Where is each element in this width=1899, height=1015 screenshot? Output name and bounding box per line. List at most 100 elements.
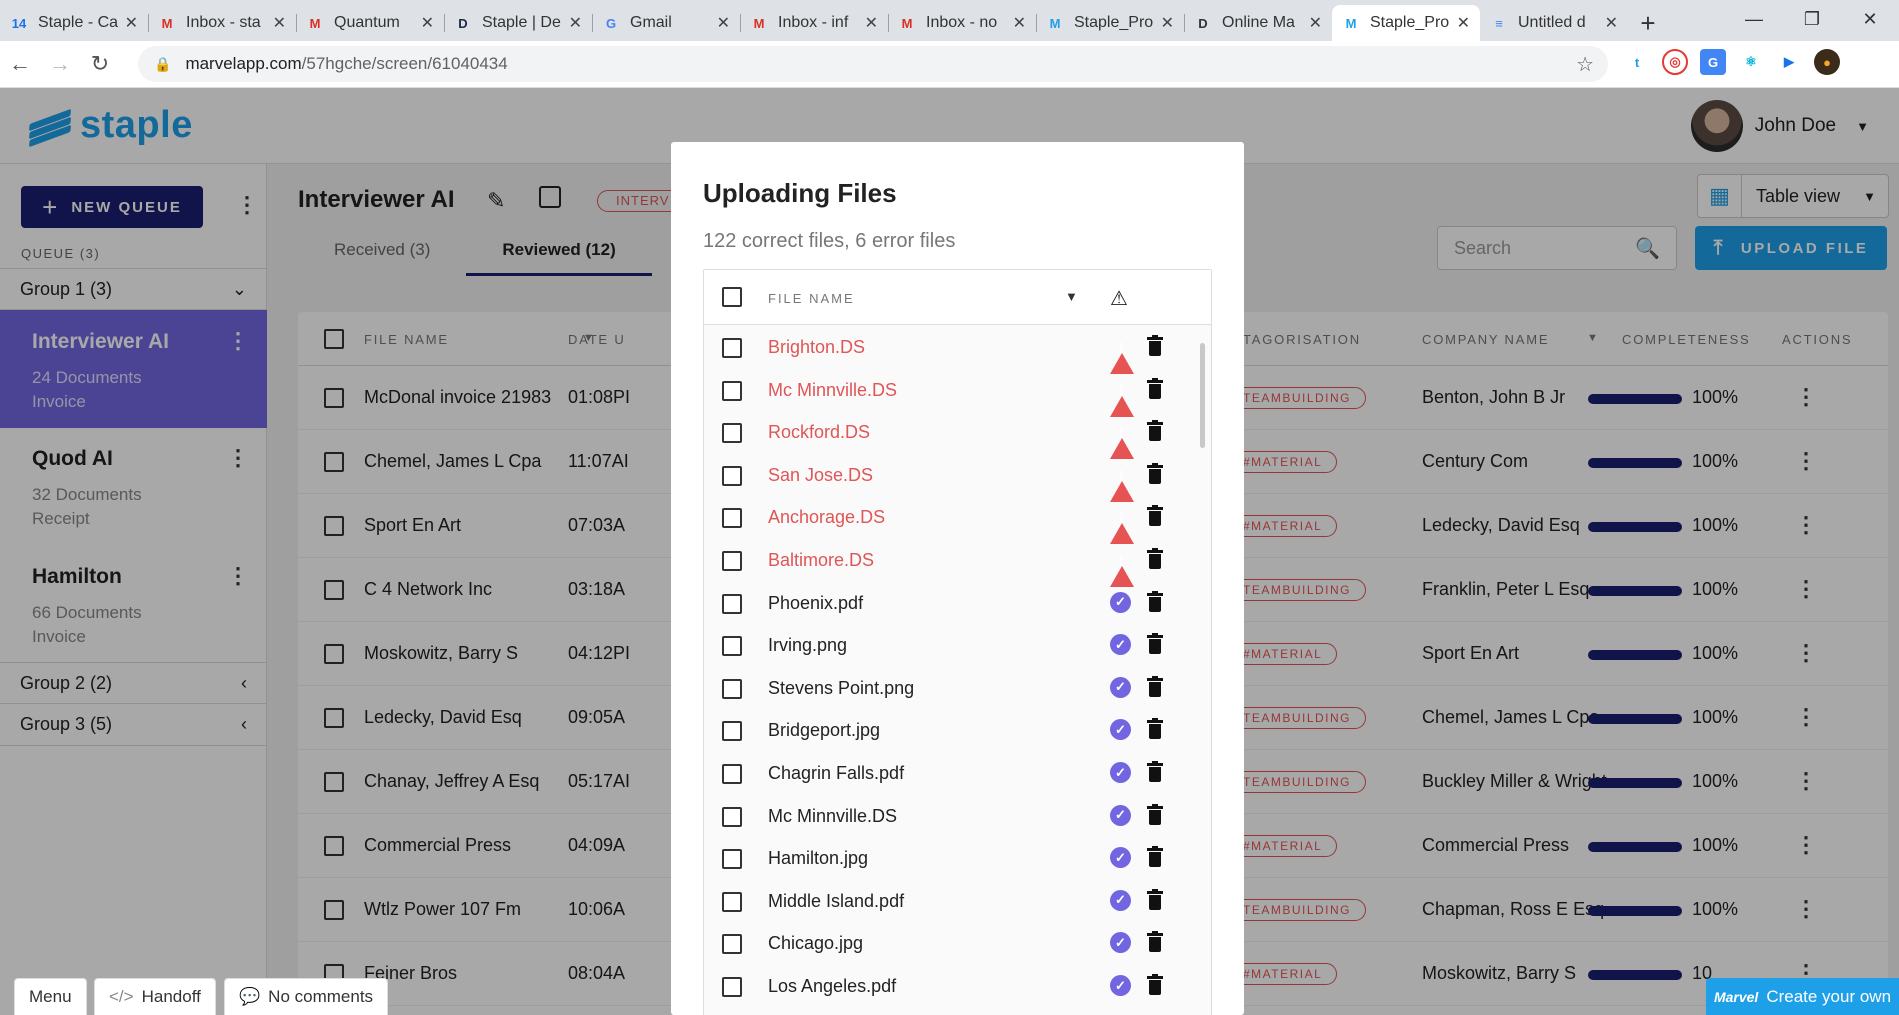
lock-icon: 🔒 bbox=[154, 55, 172, 72]
comments-label: No comments bbox=[268, 987, 374, 1006]
browser-tab[interactable]: M Inbox - sta ✕ bbox=[148, 5, 296, 41]
maximize-icon[interactable]: ❐ bbox=[1783, 0, 1841, 38]
url-field[interactable]: 🔒 marvelapp.com/57hgche/screen/61040434 … bbox=[138, 46, 1608, 82]
file-checkbox[interactable] bbox=[722, 423, 742, 444]
delete-trash-icon[interactable] bbox=[1147, 462, 1163, 485]
file-row[interactable]: Rockford.DS bbox=[704, 411, 1194, 460]
file-list-body[interactable]: Brighton.DS Mc Minnville.DS Rockford.DS San… bbox=[704, 325, 1211, 1015]
file-checkbox[interactable] bbox=[722, 806, 742, 827]
file-checkbox[interactable] bbox=[722, 849, 742, 870]
browser-tab[interactable]: M Staple_Pro ✕ bbox=[1036, 5, 1184, 41]
file-checkbox[interactable] bbox=[722, 934, 742, 955]
delete-trash-icon[interactable] bbox=[1147, 420, 1163, 442]
delete-trash-icon[interactable] bbox=[1147, 377, 1163, 400]
delete-trash-icon[interactable] bbox=[1147, 335, 1163, 357]
delete-trash-icon[interactable] bbox=[1147, 505, 1163, 527]
tab-close-icon[interactable]: ✕ bbox=[1457, 13, 1470, 33]
tab-close-icon[interactable]: ✕ bbox=[1013, 13, 1026, 33]
file-row[interactable]: Brighton.DS bbox=[704, 326, 1194, 374]
file-checkbox[interactable] bbox=[722, 891, 742, 912]
tab-close-icon[interactable]: ✕ bbox=[421, 13, 434, 33]
profile-avatar-icon[interactable]: ● bbox=[1814, 49, 1840, 75]
file-row[interactable]: Irving.png ✓ bbox=[704, 624, 1194, 667]
browser-tab[interactable]: M Quantum ✕ bbox=[296, 5, 444, 41]
delete-trash-icon[interactable] bbox=[1147, 718, 1163, 740]
extension-swirl-icon[interactable]: ◎ bbox=[1662, 49, 1688, 75]
file-row[interactable]: Los Angeles.pdf ✓ bbox=[704, 965, 1194, 1008]
delete-trash-icon[interactable] bbox=[1147, 974, 1163, 996]
back-icon[interactable]: ← bbox=[0, 44, 40, 84]
file-checkbox[interactable] bbox=[722, 380, 742, 401]
file-row[interactable]: Mc Minnville.DS ✓ bbox=[704, 795, 1194, 838]
tab-title: Staple | De bbox=[482, 14, 561, 31]
file-row[interactable]: Chicago.jpg ✓ bbox=[704, 922, 1194, 965]
tab-title: Online Ma bbox=[1222, 14, 1295, 31]
minimize-icon[interactable]: — bbox=[1725, 0, 1783, 38]
file-checkbox[interactable] bbox=[722, 636, 742, 657]
browser-tab[interactable]: ≡ Untitled d ✕ bbox=[1480, 5, 1628, 41]
new-tab-plus-icon[interactable]: + bbox=[1628, 5, 1668, 41]
browser-tab[interactable]: M Staple_Pro ✕ bbox=[1332, 5, 1480, 41]
file-checkbox[interactable] bbox=[722, 977, 742, 997]
file-row[interactable]: Mc Minnville.DS bbox=[704, 369, 1194, 417]
delete-trash-icon[interactable] bbox=[1147, 633, 1163, 655]
tab-close-icon[interactable]: ✕ bbox=[569, 13, 582, 33]
file-name-column-label[interactable]: FILE NAME bbox=[768, 291, 855, 306]
file-checkbox[interactable] bbox=[722, 764, 742, 784]
file-row[interactable]: Anchorage.DS bbox=[704, 496, 1194, 545]
browser-tab[interactable]: M Inbox - inf ✕ bbox=[740, 5, 888, 41]
file-row[interactable]: Bridgeport.jpg ✓ bbox=[704, 709, 1194, 752]
comments-button[interactable]: 💬 No comments bbox=[224, 978, 389, 1015]
extension-t-icon[interactable]: t bbox=[1624, 49, 1650, 75]
file-row[interactable]: Baltimore.DS bbox=[704, 539, 1194, 587]
close-window-icon[interactable]: ✕ bbox=[1841, 0, 1899, 38]
sort-caret-icon[interactable]: ▼ bbox=[1065, 289, 1078, 304]
file-row[interactable]: Chagrin Falls.pdf ✓ bbox=[704, 752, 1194, 795]
delete-trash-icon[interactable] bbox=[1147, 888, 1163, 911]
tab-close-icon[interactable]: ✕ bbox=[1309, 13, 1322, 33]
browser-tab[interactable]: G Gmail ✕ bbox=[592, 5, 740, 41]
tab-close-icon[interactable]: ✕ bbox=[717, 13, 730, 33]
marvel-menu-button[interactable]: Menu bbox=[14, 978, 87, 1015]
delete-trash-icon[interactable] bbox=[1147, 548, 1163, 570]
delete-trash-icon[interactable] bbox=[1147, 761, 1163, 783]
reload-icon[interactable]: ↻ bbox=[80, 44, 120, 84]
delete-trash-icon[interactable] bbox=[1147, 675, 1163, 698]
file-checkbox[interactable] bbox=[722, 338, 742, 358]
tab-close-icon[interactable]: ✕ bbox=[1605, 13, 1618, 33]
file-row[interactable]: Middle Island.pdf ✓ bbox=[704, 880, 1194, 923]
file-row[interactable]: San Jose.DS bbox=[704, 454, 1194, 502]
translate-icon[interactable]: G bbox=[1700, 49, 1726, 75]
select-all-files-checkbox[interactable] bbox=[722, 287, 742, 307]
tab-close-icon[interactable]: ✕ bbox=[125, 13, 138, 33]
browser-tab[interactable]: 14 Staple - Ca ✕ bbox=[0, 5, 148, 41]
delete-trash-icon[interactable] bbox=[1147, 590, 1163, 613]
delete-trash-icon[interactable] bbox=[1147, 803, 1163, 826]
file-checkbox[interactable] bbox=[722, 593, 742, 614]
file-checkbox[interactable] bbox=[722, 508, 742, 529]
handoff-button[interactable]: </> Handoff bbox=[94, 978, 216, 1015]
bookmark-star-icon[interactable]: ☆ bbox=[1576, 52, 1594, 77]
file-checkbox[interactable] bbox=[722, 551, 742, 571]
file-checkbox[interactable] bbox=[722, 721, 742, 742]
tab-close-icon[interactable]: ✕ bbox=[273, 13, 286, 33]
file-checkbox[interactable] bbox=[722, 465, 742, 486]
react-devtools-icon[interactable]: ⚛ bbox=[1738, 49, 1764, 75]
tab-title: Inbox - no bbox=[926, 14, 998, 31]
warning-filter-icon[interactable]: ⚠ bbox=[1110, 286, 1128, 311]
file-row[interactable]: Stevens Point.png ✓ bbox=[704, 667, 1194, 710]
file-checkbox[interactable] bbox=[722, 678, 742, 699]
file-row[interactable]: Phoenix.pdf ✓ bbox=[704, 582, 1194, 625]
browser-tab[interactable]: M Inbox - no ✕ bbox=[888, 5, 1036, 41]
delete-trash-icon[interactable] bbox=[1147, 846, 1163, 868]
delete-trash-icon[interactable] bbox=[1147, 931, 1163, 953]
forward-icon[interactable]: → bbox=[40, 44, 80, 84]
create-your-own-button[interactable]: Marvel Create your own bbox=[1706, 978, 1899, 1015]
extension-play-icon[interactable]: ▶ bbox=[1776, 49, 1802, 75]
scrollbar-thumb[interactable] bbox=[1200, 343, 1205, 448]
browser-tab[interactable]: D Staple | De ✕ bbox=[444, 5, 592, 41]
tab-close-icon[interactable]: ✕ bbox=[865, 13, 878, 33]
file-row[interactable]: Hamilton.jpg ✓ bbox=[704, 837, 1194, 880]
tab-close-icon[interactable]: ✕ bbox=[1161, 13, 1174, 33]
browser-tab[interactable]: D Online Ma ✕ bbox=[1184, 5, 1332, 41]
